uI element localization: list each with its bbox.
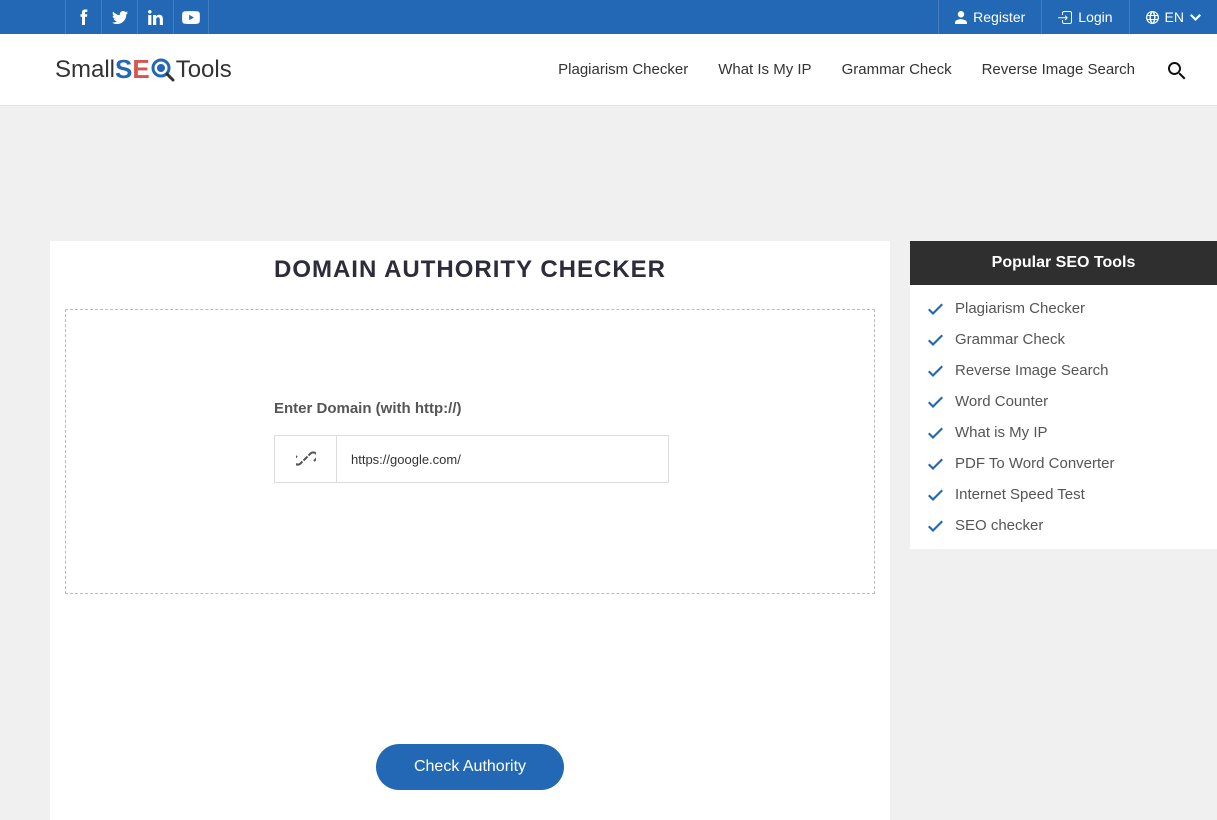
sidebar-item-reverseimage[interactable]: Reverse Image Search: [910, 355, 1217, 386]
nav-reverseimage[interactable]: Reverse Image Search: [982, 61, 1135, 78]
sidebar-item-label: Word Counter: [955, 393, 1048, 410]
search-icon[interactable]: [1165, 59, 1187, 81]
language-label: EN: [1165, 9, 1184, 25]
sidebar-item-speedtest[interactable]: Internet Speed Test: [910, 479, 1217, 510]
topbar: Register Login EN: [0, 0, 1217, 34]
sidebar-item-label: Internet Speed Test: [955, 486, 1085, 503]
language-selector[interactable]: EN: [1129, 0, 1217, 34]
register-link[interactable]: Register: [938, 0, 1041, 34]
logo-text-small: Small: [55, 56, 115, 84]
sidebar-item-plagiarism[interactable]: Plagiarism Checker: [910, 293, 1217, 324]
sidebar: Popular SEO Tools Plagiarism Checker Gra…: [910, 241, 1217, 549]
domain-input[interactable]: [337, 436, 668, 482]
login-link[interactable]: Login: [1041, 0, 1128, 34]
sidebar-header: Popular SEO Tools: [910, 241, 1217, 285]
sidebar-item-label: Grammar Check: [955, 331, 1065, 348]
globe-icon: [1146, 11, 1159, 24]
user-icon: [955, 11, 967, 24]
sidebar-item-label: PDF To Word Converter: [955, 455, 1115, 472]
facebook-icon[interactable]: [65, 0, 101, 34]
logo-text-s: S: [115, 54, 132, 85]
input-group: [274, 435, 669, 483]
sidebar-item-label: Reverse Image Search: [955, 362, 1108, 379]
check-icon: [928, 365, 943, 377]
sidebar-list: Plagiarism Checker Grammar Check Reverse…: [910, 285, 1217, 549]
logo-text-e: E: [132, 54, 149, 85]
logo[interactable]: Small S E Tools: [55, 54, 232, 85]
link-icon: [275, 436, 337, 482]
check-icon: [928, 303, 943, 315]
login-label: Login: [1078, 9, 1112, 25]
sidebar-item-wordcounter[interactable]: Word Counter: [910, 386, 1217, 417]
nav-grammar[interactable]: Grammar Check: [842, 61, 952, 78]
twitter-icon[interactable]: [101, 0, 137, 34]
check-authority-button[interactable]: Check Authority: [376, 744, 564, 790]
youtube-icon[interactable]: [173, 0, 209, 34]
logo-text-tools: Tools: [176, 56, 232, 84]
navbar: Small S E Tools Plagiarism Checker What …: [0, 34, 1217, 106]
topbar-right: Register Login EN: [938, 0, 1217, 34]
content: DOMAIN AUTHORITY CHECKER Enter Domain (w…: [0, 106, 1217, 820]
magnifier-icon: [150, 57, 176, 83]
check-icon: [928, 458, 943, 470]
login-icon: [1058, 11, 1072, 24]
sidebar-item-grammar[interactable]: Grammar Check: [910, 324, 1217, 355]
check-icon: [928, 334, 943, 346]
chevron-down-icon: [1190, 14, 1201, 21]
sidebar-item-seochecker[interactable]: SEO checker: [910, 510, 1217, 541]
social-icons: [0, 0, 209, 34]
sidebar-item-whatismyip[interactable]: What is My IP: [910, 417, 1217, 448]
input-area: Enter Domain (with http://): [65, 309, 875, 594]
nav-plagiarism[interactable]: Plagiarism Checker: [558, 61, 688, 78]
sidebar-item-label: Plagiarism Checker: [955, 300, 1085, 317]
nav-links: Plagiarism Checker What Is My IP Grammar…: [558, 59, 1187, 81]
linkedin-icon[interactable]: [137, 0, 173, 34]
nav-whatismyip[interactable]: What Is My IP: [718, 61, 811, 78]
check-icon: [928, 489, 943, 501]
sidebar-item-label: SEO checker: [955, 517, 1043, 534]
input-label: Enter Domain (with http://): [274, 400, 874, 417]
check-icon: [928, 396, 943, 408]
check-icon: [928, 520, 943, 532]
check-icon: [928, 427, 943, 439]
page-title: DOMAIN AUTHORITY CHECKER: [65, 256, 875, 284]
sidebar-item-label: What is My IP: [955, 424, 1048, 441]
main-card: DOMAIN AUTHORITY CHECKER Enter Domain (w…: [50, 241, 890, 820]
sidebar-item-pdftoword[interactable]: PDF To Word Converter: [910, 448, 1217, 479]
register-label: Register: [973, 9, 1025, 25]
